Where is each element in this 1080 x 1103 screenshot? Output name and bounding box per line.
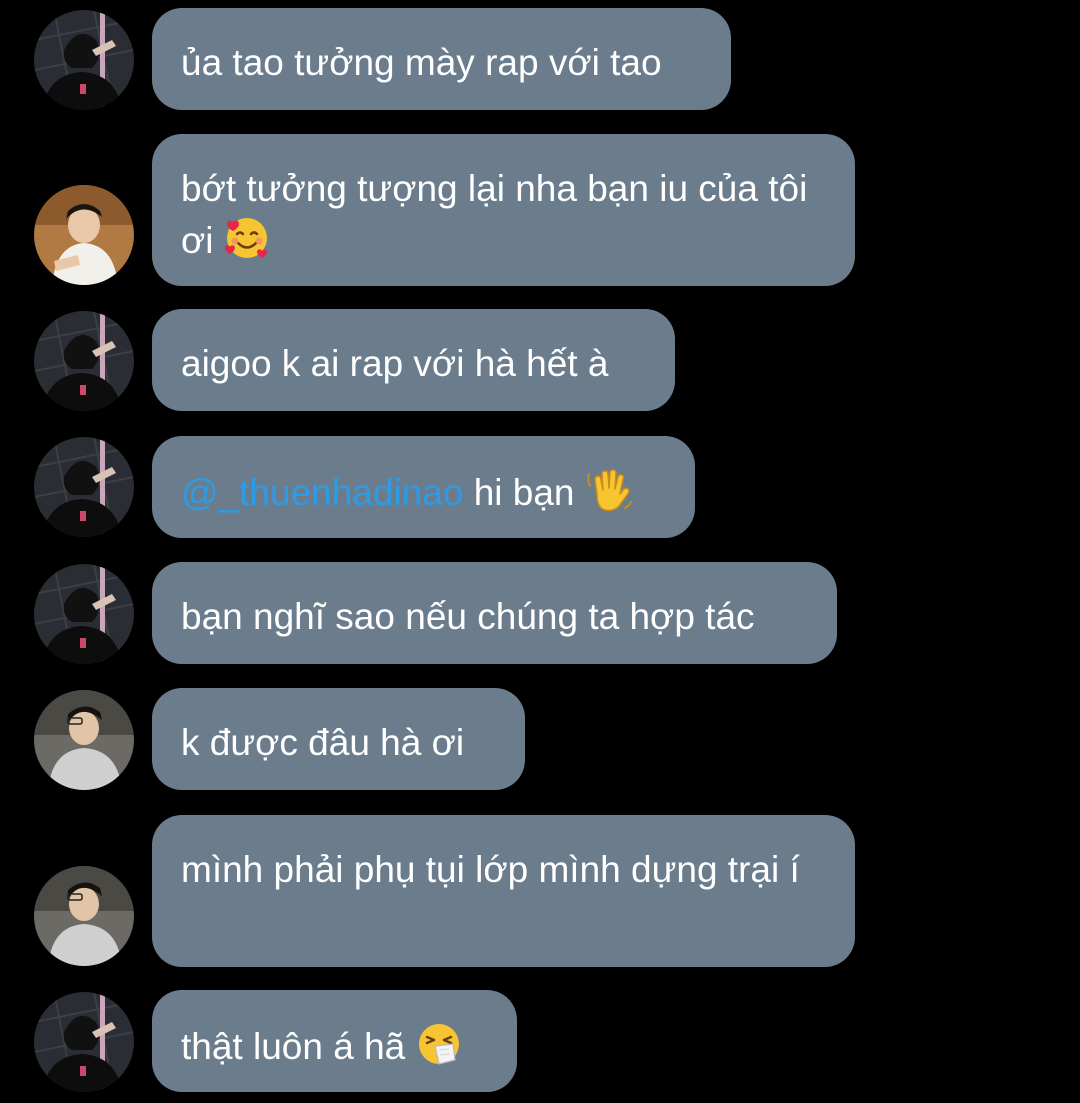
- message-bubble[interactable]: bạn nghĩ sao nếu chúng ta hợp tác: [152, 562, 837, 664]
- message-text: ủa tao tưởng mày rap với tao: [181, 42, 662, 83]
- avatar-ha[interactable]: [34, 992, 134, 1092]
- message-bubble[interactable]: @_thuenhadinao hi bạn: [152, 436, 695, 538]
- avatar-friend-grey-hoodie[interactable]: [34, 866, 134, 966]
- avatar-ha[interactable]: [34, 437, 134, 537]
- message-text: aigoo k ai rap với hà hết à: [181, 343, 609, 384]
- smiling-face-with-hearts-icon: [223, 214, 271, 262]
- message-bubble[interactable]: bớt tưởng tượng lại nha bạn iu của tôi ơ…: [152, 134, 855, 286]
- message-text: bạn nghĩ sao nếu chúng ta hợp tác: [181, 596, 755, 637]
- avatar-ha[interactable]: [34, 311, 134, 411]
- chat-thread: ủa tao tưởng mày rap với tao bớt tưởng t…: [0, 0, 1080, 1103]
- avatar-friend-grey-hoodie[interactable]: [34, 690, 134, 790]
- message-text: thật luôn á hã: [181, 1026, 406, 1067]
- mention-link[interactable]: @_thuenhadinao: [181, 472, 463, 513]
- message-text: mình phải phụ tụi lớp mình dựng trại í: [181, 849, 800, 890]
- avatar-friend-white-shirt[interactable]: [34, 185, 134, 285]
- message-bubble[interactable]: mình phải phụ tụi lớp mình dựng trại í: [152, 815, 855, 967]
- message-text: bớt tưởng tượng lại nha bạn iu của tôi ơ…: [181, 168, 808, 261]
- avatar-ha[interactable]: [34, 564, 134, 664]
- waving-hand-icon: [585, 466, 633, 514]
- avatar-ha[interactable]: [34, 10, 134, 110]
- message-text: k được đâu hà ơi: [181, 722, 465, 763]
- message-bubble[interactable]: thật luôn á hã: [152, 990, 517, 1092]
- message-text: hi bạn: [473, 472, 575, 513]
- message-bubble[interactable]: k được đâu hà ơi: [152, 688, 525, 790]
- sneezing-face-icon: [415, 1020, 463, 1068]
- message-bubble[interactable]: aigoo k ai rap với hà hết à: [152, 309, 675, 411]
- message-bubble[interactable]: ủa tao tưởng mày rap với tao: [152, 8, 731, 110]
